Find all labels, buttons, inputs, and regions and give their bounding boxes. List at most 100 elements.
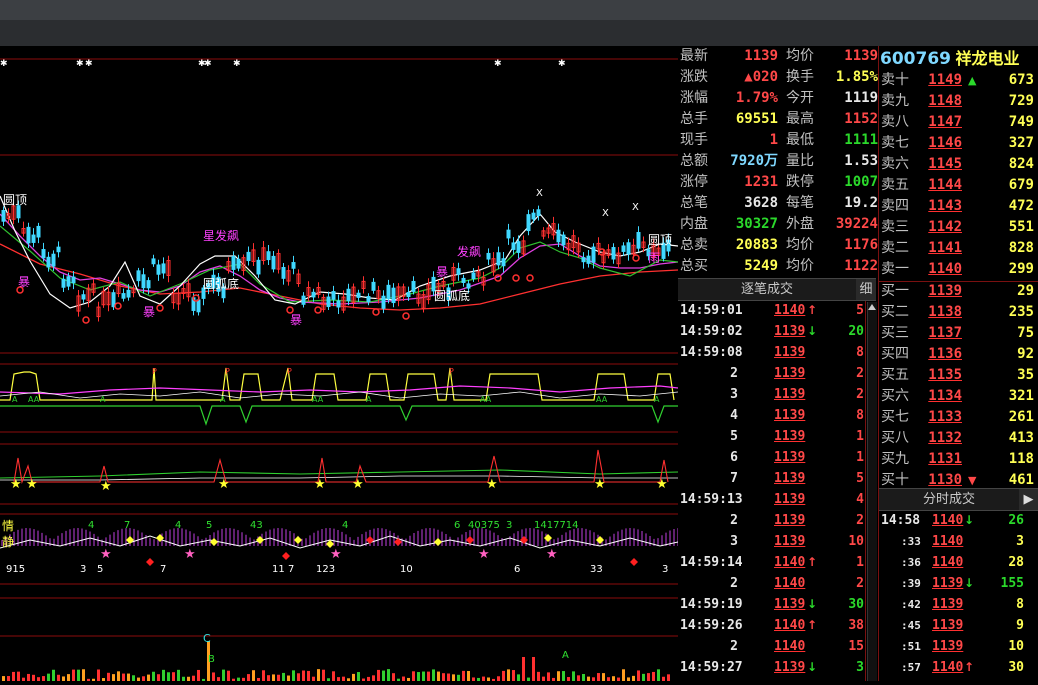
bids-price-4[interactable]: 1135 <box>926 365 962 386</box>
volume-bar <box>332 671 335 681</box>
volume-bar <box>47 673 50 681</box>
asks-price-6[interactable]: 1143 <box>926 196 962 217</box>
asks-price-4[interactable]: 1145 <box>926 154 962 175</box>
bids-price-6[interactable]: 1133 <box>926 407 962 428</box>
svg-text:✱: ✱ <box>558 59 566 69</box>
tick-price-8: 1139 <box>774 471 806 486</box>
volume-bar <box>12 671 15 681</box>
asks-price-2[interactable]: 1147 <box>926 112 962 133</box>
candle <box>46 256 51 268</box>
volume-bar <box>322 669 325 681</box>
volume-bar <box>52 669 55 681</box>
quote-label2-4: 最低 <box>786 132 814 148</box>
svg-text:★: ★ <box>184 547 196 562</box>
quote-label2-8: 外盘 <box>786 216 814 232</box>
minute-next-button[interactable]: ▶ <box>1019 488 1038 511</box>
volume-bar <box>337 677 340 681</box>
svg-text:P: P <box>152 367 157 376</box>
quote-label-7: 总笔 <box>680 195 708 211</box>
label-n7: 7 <box>160 564 166 575</box>
label-yuanhudi-1: 圆弧底 <box>203 276 239 291</box>
label-x-3: X <box>632 202 639 213</box>
bids-label-7: 买八 <box>881 430 909 446</box>
candle <box>516 241 521 253</box>
bids-price-2[interactable]: 1137 <box>926 323 962 344</box>
asks-label-5: 卖五 <box>881 177 909 193</box>
tick-time-9: 14:59:13 <box>680 492 743 507</box>
asks-price-7[interactable]: 1142 <box>926 217 962 238</box>
quote-value-9: 20883 <box>735 237 778 253</box>
candle <box>501 258 506 267</box>
volume-bar <box>417 672 420 681</box>
label-n3: 3 <box>80 564 86 575</box>
asks-price-3[interactable]: 1146 <box>926 133 962 154</box>
quote-label2-5: 量比 <box>786 153 814 169</box>
tick-vol-7: 1 <box>856 450 864 465</box>
tick-time-15: 14:59:26 <box>680 618 743 633</box>
bids-price-8[interactable]: 1131 <box>926 449 962 470</box>
label-jing: 静 <box>2 535 14 549</box>
tick-price-2: 1139 <box>774 345 806 360</box>
tick-price-15: 1140 <box>774 618 806 633</box>
candle <box>136 270 141 282</box>
label-t5: 5 <box>206 520 212 531</box>
minute-time-2: :36 <box>901 556 921 569</box>
svg-text:AA: AA <box>596 395 608 404</box>
kline-chart-area[interactable]: ✱ ✱ ✱ ✱ ✱ ✱ ✱ ✱ 圆顶 圆顶 圆弧底 圆弧底 星发飙 发飙 暴 暴 暴 暴 … <box>0 46 679 681</box>
bids-price-0[interactable]: 1139 <box>926 281 962 302</box>
volume-bar <box>117 671 120 681</box>
svg-text:★: ★ <box>314 477 326 492</box>
svg-text:P: P <box>225 367 230 376</box>
quote-label2-0: 均价 <box>786 48 814 64</box>
asks-price-5[interactable]: 1144 <box>926 175 962 196</box>
svg-text:★: ★ <box>26 477 38 492</box>
minute-vol-0: 26 <box>1008 513 1024 528</box>
volume-bar <box>572 671 575 681</box>
asks-price-9[interactable]: 1140 <box>926 259 962 280</box>
label-yuanding-1: 圆顶 <box>3 193 27 207</box>
tick-scrollbar[interactable] <box>867 302 877 681</box>
candle <box>386 284 391 300</box>
candle <box>236 258 241 269</box>
quote-value-1: ▲020 <box>744 69 778 85</box>
scroll-up-icon[interactable] <box>868 304 876 310</box>
volume-bar <box>2 676 5 681</box>
svg-text:★: ★ <box>478 547 490 562</box>
asks-price-8[interactable]: 1141 <box>926 238 962 259</box>
quote-value-2: 1.79% <box>735 90 778 106</box>
bids-price-1[interactable]: 1138 <box>926 302 962 323</box>
volume-bar <box>57 674 60 681</box>
volume-bar <box>37 677 40 681</box>
quote-label2-1: 换手 <box>786 69 814 85</box>
minute-trades-header[interactable]: 分时成交 <box>879 488 1019 511</box>
quote-label-5: 总额 <box>680 153 708 169</box>
tick-price-17: 1139 <box>774 660 806 675</box>
asks-price-1[interactable]: 1148 <box>926 91 962 112</box>
volume-bar <box>147 674 150 681</box>
volume-bar <box>447 673 450 681</box>
bids-price-5[interactable]: 1134 <box>926 386 962 407</box>
svg-text:A: A <box>100 395 106 404</box>
volume-bar <box>587 676 590 681</box>
asks-price-0[interactable]: 1149 <box>926 70 962 91</box>
volume-bar <box>607 677 610 681</box>
bids-price-7[interactable]: 1132 <box>926 428 962 449</box>
tick-detail-button[interactable]: 细 <box>856 278 876 301</box>
svg-text:✱: ✱ <box>0 59 8 69</box>
volume-bar <box>127 673 130 681</box>
label-xingfabiao: 星发飙 <box>203 228 239 243</box>
bids-price-3[interactable]: 1136 <box>926 344 962 365</box>
label-n7b: 7 <box>288 564 294 575</box>
volume-bar <box>157 674 160 681</box>
stock-name: 祥龙电业 <box>955 49 1020 68</box>
minute-down-arrow-icon-3: ↓ <box>964 576 975 590</box>
tick-time-1: 14:59:02 <box>680 324 743 339</box>
svg-text:A: A <box>654 395 660 404</box>
tick-trades-header[interactable]: 逐笔成交 <box>678 278 856 301</box>
kline-chart-svg[interactable]: ✱ ✱ ✱ ✱✱ ✱ ✱ ✱ 圆顶 圆顶 圆弧底 圆弧底 星发飙 发飙 暴 暴 暴 暴 … <box>0 46 679 681</box>
label-n33: 33 <box>590 564 603 575</box>
volume-bar <box>667 674 670 681</box>
svg-text:A: A <box>220 395 226 404</box>
label-n6: 6 <box>514 564 520 575</box>
candle <box>151 258 156 265</box>
